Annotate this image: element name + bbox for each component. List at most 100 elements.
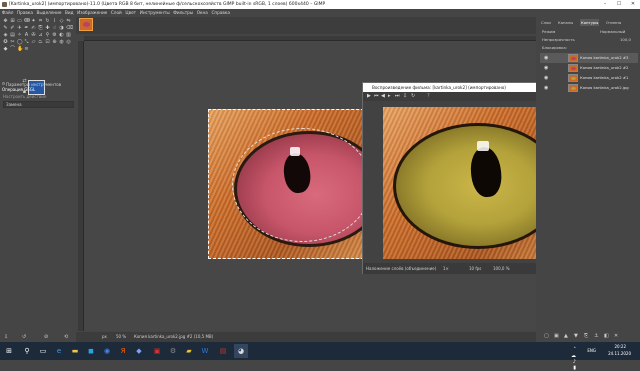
layer-item[interactable]: ◉ Копия kartinka_urok2.jpg <box>540 83 638 93</box>
levels-icon[interactable]: ▥ <box>66 33 71 38</box>
settings-icon[interactable]: ⚙ <box>166 344 180 358</box>
layer-item[interactable]: ◉ Копия kartinka_urok2 #3 <box>540 53 638 63</box>
smudge-icon[interactable]: ☝ <box>52 26 57 31</box>
lasso-icon[interactable]: ↂ <box>24 19 30 24</box>
tab-channels[interactable]: Каналы <box>557 19 574 26</box>
red-app-icon[interactable]: ▣ <box>150 344 164 358</box>
ink-icon[interactable]: ✒ <box>24 26 29 31</box>
menu-file[interactable]: Файл <box>0 9 15 17</box>
unified-transform-icon[interactable]: ⊡ <box>45 40 50 45</box>
chrome-icon[interactable]: ◉ <box>100 344 114 358</box>
word-icon[interactable]: W <box>198 344 212 358</box>
menu-image[interactable]: Изображение <box>75 9 109 17</box>
rewind-icon[interactable]: ⏮ <box>374 93 379 100</box>
pdf-icon[interactable]: ▤ <box>216 344 230 358</box>
folder-icon[interactable]: ▰ <box>182 344 196 358</box>
shear-icon[interactable]: ▱ <box>31 40 36 45</box>
text-icon[interactable]: A <box>24 33 29 38</box>
foreground-select-icon[interactable]: ✪ <box>3 40 8 45</box>
visibility-eye-icon[interactable]: ◉ <box>544 73 548 83</box>
dodge-icon[interactable]: ◑ <box>59 26 64 31</box>
layer-item[interactable]: ◉ Копия kartinka_urok2 #2 <box>540 63 638 73</box>
zoom-icon[interactable]: ⚲ <box>45 33 50 38</box>
clock-time[interactable]: 20:22 <box>614 344 626 349</box>
mypaint-icon[interactable]: ✍ <box>31 26 36 31</box>
start-icon[interactable]: ⊞ <box>2 344 16 358</box>
color-picker-icon[interactable]: ✇ <box>31 33 36 38</box>
delete-options-icon[interactable]: ⊘ <box>44 332 48 342</box>
new-group-icon[interactable]: ▣ <box>554 333 559 339</box>
fps-select[interactable]: 10 fps <box>469 263 481 274</box>
menu-layer[interactable]: Слой <box>109 9 123 17</box>
close-button[interactable]: ✕ <box>626 0 640 9</box>
save-options-icon[interactable]: ⇩ <box>4 332 8 342</box>
speed-select[interactable]: 1× <box>443 263 449 274</box>
edge-icon[interactable]: e <box>52 344 66 358</box>
heal-icon[interactable]: ✚ <box>45 26 50 31</box>
language-indicator[interactable]: ENG <box>587 348 596 353</box>
zoom-select[interactable]: 50 % <box>116 332 126 342</box>
tab-undo[interactable]: Отмена <box>605 19 622 26</box>
tab-paths[interactable]: Контуры <box>580 19 600 26</box>
warp-icon[interactable]: ⌇ <box>52 19 57 24</box>
anchor-layer-icon[interactable]: ⚓ <box>594 333 598 339</box>
step-forward-icon[interactable]: ▸ <box>388 93 391 100</box>
app-icon[interactable]: ◆ <box>132 344 146 358</box>
gimp-taskbar-icon[interactable]: ◕ <box>234 344 248 358</box>
crop-icon[interactable]: ⌗ <box>38 19 43 24</box>
airbrush-icon[interactable]: ✈ <box>17 26 22 31</box>
paint-icon[interactable]: ✎ <box>3 26 8 31</box>
mode-select[interactable]: Замена <box>3 101 74 108</box>
cage-icon[interactable]: ◇ <box>59 19 64 24</box>
align-tool-icon[interactable]: ⊞ <box>10 19 15 24</box>
visibility-eye-icon[interactable]: ◉ <box>544 83 548 93</box>
move-tool-icon[interactable]: ✥ <box>3 19 8 24</box>
yandex-icon[interactable]: Я <box>116 344 130 358</box>
help-icon[interactable]: ? <box>427 93 430 100</box>
export-icon[interactable]: ⇩ <box>403 93 407 100</box>
reload-icon[interactable]: ↻ <box>411 93 415 100</box>
minimize-button[interactable]: – <box>598 0 612 9</box>
unit-select[interactable]: px <box>102 332 107 342</box>
rect-select-icon[interactable]: ▭ <box>17 19 22 24</box>
threshold-icon[interactable]: ◐ <box>59 33 64 38</box>
gradient-icon[interactable]: ▤ <box>10 33 15 38</box>
eraser-icon[interactable]: ⌫ <box>66 26 73 31</box>
tab-layers[interactable]: Слои <box>540 19 552 26</box>
gegl-icon[interactable]: ⚙ <box>52 33 57 38</box>
menu-tools[interactable]: Инструменты <box>138 9 172 17</box>
lower-layer-icon[interactable]: ▼ <box>574 333 578 339</box>
raise-layer-icon[interactable]: ▲ <box>564 333 568 339</box>
flip-icon[interactable]: ⇋ <box>66 19 71 24</box>
pan-icon[interactable]: ✋ <box>17 47 23 52</box>
layer-mode-select[interactable]: Нормальный <box>600 28 625 35</box>
visibility-eye-icon[interactable]: ◉ <box>544 53 548 63</box>
handle-transform-icon[interactable]: ⊕ <box>52 40 57 45</box>
ellipse-select-icon[interactable]: ◯ <box>17 40 23 45</box>
playback-zoom-select[interactable]: 100,0 % <box>493 263 510 274</box>
menu-help[interactable]: Справка <box>210 9 232 17</box>
opacity-value[interactable]: 100,0 <box>620 36 631 43</box>
menu-view[interactable]: Вид <box>63 9 75 17</box>
rotate-icon[interactable]: ↻ <box>45 19 50 24</box>
fuzzy-select-icon[interactable]: ✦ <box>31 19 36 24</box>
search-icon[interactable]: ⚲ <box>20 344 34 358</box>
visibility-eye-icon[interactable]: ◉ <box>544 63 548 73</box>
warp-transform-icon[interactable]: ≋ <box>24 47 29 52</box>
play-icon[interactable]: ▶ <box>367 93 371 100</box>
adjust-effect-label[interactable]: Настроить действие <box>3 94 46 99</box>
clone-icon[interactable]: ⎘ <box>38 26 43 31</box>
convolve-icon[interactable]: ◍ <box>59 40 64 45</box>
menu-select[interactable]: Выделение <box>35 9 64 17</box>
restore-options-icon[interactable]: ↺ <box>22 332 26 342</box>
delete-layer-icon[interactable]: ✕ <box>614 333 618 339</box>
menu-edit[interactable]: Правка <box>15 9 35 17</box>
by-color-select-icon[interactable]: ◆ <box>3 47 8 52</box>
menu-filters[interactable]: Фильтры <box>171 9 194 17</box>
explorer-icon[interactable]: ▬ <box>68 344 82 358</box>
tray-icons[interactable]: ˄ ☁ ♪ ▮ <box>571 347 576 371</box>
pencil-icon[interactable]: ✐ <box>10 26 15 31</box>
new-layer-icon[interactable]: ▢ <box>544 333 549 339</box>
duplicate-layer-icon[interactable]: ⎘ <box>584 333 588 339</box>
canvas-image[interactable] <box>208 109 364 259</box>
